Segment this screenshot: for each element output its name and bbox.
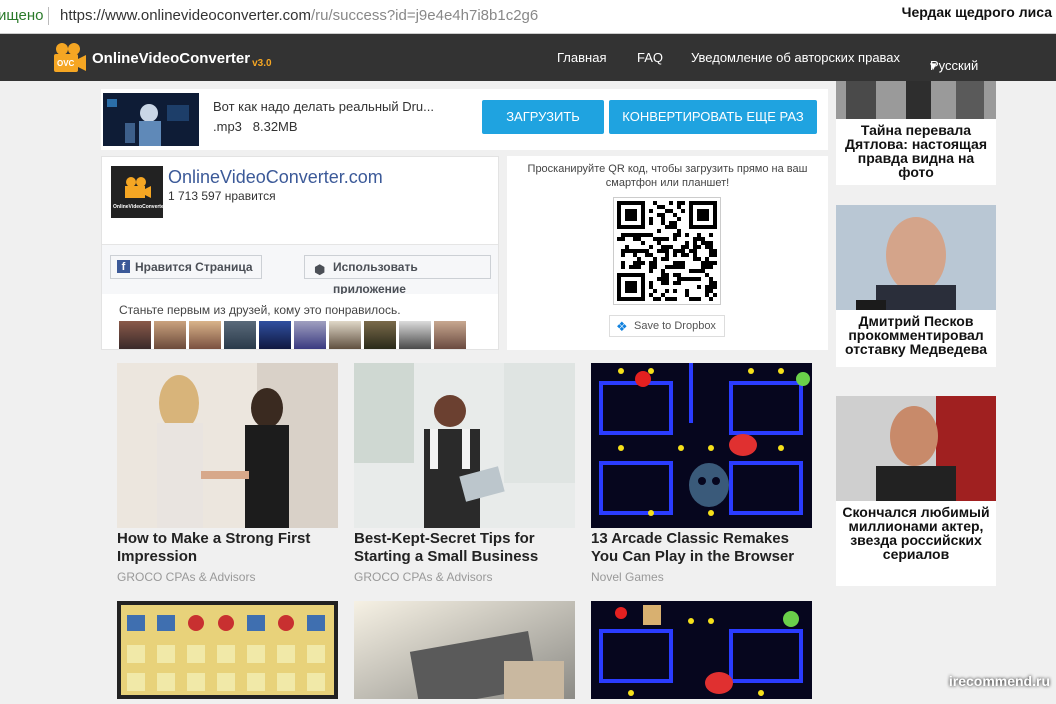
address-bar[interactable]: ищено https://www.onlinevideoconverter.c… bbox=[0, 0, 1056, 34]
window-title: Чердак щедрого лиса bbox=[902, 0, 1052, 28]
file-extension: .mp3 bbox=[213, 119, 242, 134]
avatar[interactable] bbox=[364, 321, 396, 349]
sidebar-news-item[interactable]: Скончался любимый миллионами актер, звез… bbox=[836, 396, 996, 586]
avatar[interactable] bbox=[434, 321, 466, 349]
facebook-page-widget: OnlineVideoConverter OnlineVideoConverte… bbox=[101, 156, 499, 350]
avatar[interactable] bbox=[119, 321, 151, 349]
avatar[interactable] bbox=[259, 321, 291, 349]
language-label: Русский bbox=[930, 58, 978, 73]
friend-avatars bbox=[119, 321, 466, 349]
watermark: irecommend.ru bbox=[949, 673, 1050, 689]
news-title[interactable]: Дмитрий Песков прокомментировал отставку… bbox=[836, 310, 996, 356]
facebook-page-name[interactable]: OnlineVideoConverter.com bbox=[168, 167, 383, 188]
facebook-action-bar: f Нравится Страница ⬢ Использовать прило… bbox=[102, 244, 498, 294]
caret-down-icon: ▾ bbox=[930, 58, 937, 74]
dropbox-icon: ❖ bbox=[616, 317, 628, 337]
divider bbox=[48, 7, 49, 25]
news-image bbox=[836, 81, 996, 119]
sidebar-news-item[interactable]: Дмитрий Песков прокомментировал отставку… bbox=[836, 205, 996, 367]
file-meta: .mp3 8.32MB bbox=[213, 119, 298, 134]
avatar[interactable] bbox=[224, 321, 256, 349]
file-size: 8.32MB bbox=[253, 119, 298, 134]
nav-faq[interactable]: FAQ bbox=[637, 50, 663, 65]
save-to-dropbox-button[interactable]: ❖ Save to Dropbox bbox=[609, 315, 725, 337]
nav-home[interactable]: Главная bbox=[557, 50, 606, 65]
sidebar-news-item[interactable]: Тайна перевала Дятлова: настоящая правда… bbox=[836, 81, 996, 185]
facebook-picture-label: OnlineVideoConverter bbox=[113, 204, 166, 210]
download-button[interactable]: ЗАГРУЗИТЬ bbox=[482, 100, 604, 134]
card-title[interactable]: Best-Kept-Secret Tips for Starting a Sma… bbox=[354, 530, 575, 566]
card-source: GROCO CPAs & Advisors bbox=[354, 570, 575, 584]
dropbox-label: Save to Dropbox bbox=[634, 320, 716, 332]
content-card-image[interactable] bbox=[354, 601, 575, 699]
url-path: /ru/success?id=j9e4e4h7i8b1c2g6 bbox=[311, 7, 538, 24]
app-cube-icon: ⬢ bbox=[314, 259, 325, 281]
use-app-label: Использовать приложение bbox=[333, 260, 418, 296]
site-header: OVC OnlineVideoConverter v3.0 Главная FA… bbox=[0, 34, 1056, 81]
file-name: Вот как надо делать реальный Dru... bbox=[213, 99, 434, 114]
video-thumbnail bbox=[103, 93, 199, 146]
converted-file-panel: Вот как надо делать реальный Dru... .mp3… bbox=[101, 89, 828, 150]
avatar[interactable] bbox=[329, 321, 361, 349]
nav-copyright[interactable]: Уведомление об авторских правах bbox=[691, 50, 900, 65]
avatar[interactable] bbox=[399, 321, 431, 349]
like-page-button[interactable]: f Нравится Страница bbox=[110, 255, 262, 279]
friends-prompt: Станьте первым из друзей, кому это понра… bbox=[119, 303, 401, 317]
qr-code bbox=[613, 197, 721, 305]
qr-instructions: Просканируйте QR код, чтобы загрузить пр… bbox=[527, 162, 808, 190]
content-card-image[interactable] bbox=[591, 601, 812, 699]
news-image bbox=[836, 396, 996, 501]
card-source: Novel Games bbox=[591, 570, 812, 584]
content-card[interactable]: 13 Arcade Classic Remakes You Can Play i… bbox=[591, 363, 812, 584]
content-card[interactable]: Best-Kept-Secret Tips for Starting a Sma… bbox=[354, 363, 575, 584]
facebook-icon: f bbox=[117, 260, 130, 273]
content-card[interactable]: How to Make a Strong First Impression GR… bbox=[117, 363, 338, 584]
news-title[interactable]: Тайна перевала Дятлова: настоящая правда… bbox=[836, 119, 996, 179]
main-nav: Главная FAQ Уведомление об авторских пра… bbox=[0, 34, 1056, 81]
url-host: https://www.onlinevideoconverter.com bbox=[60, 7, 311, 24]
card-image bbox=[354, 363, 575, 528]
use-app-button[interactable]: ⬢ Использовать приложение bbox=[304, 255, 491, 279]
card-image bbox=[591, 363, 812, 528]
card-image bbox=[117, 363, 338, 528]
card-title[interactable]: How to Make a Strong First Impression bbox=[117, 530, 338, 566]
qr-panel: Просканируйте QR код, чтобы загрузить пр… bbox=[507, 156, 828, 350]
card-title[interactable]: 13 Arcade Classic Remakes You Can Play i… bbox=[591, 530, 812, 566]
facebook-friends-box: Станьте первым из друзей, кому это понра… bbox=[110, 294, 490, 348]
facebook-page-picture[interactable]: OnlineVideoConverter bbox=[111, 166, 163, 218]
content-card-image[interactable] bbox=[117, 601, 338, 699]
convert-again-button[interactable]: КОНВЕРТИРОВАТЬ ЕЩЕ РАЗ bbox=[609, 100, 817, 134]
news-title[interactable]: Скончался любимый миллионами актер, звез… bbox=[836, 501, 996, 561]
card-source: GROCO CPAs & Advisors bbox=[117, 570, 338, 584]
avatar[interactable] bbox=[189, 321, 221, 349]
avatar[interactable] bbox=[294, 321, 326, 349]
like-page-label: Нравится Страница bbox=[135, 260, 253, 274]
url-text[interactable]: https://www.onlinevideoconverter.com/ru/… bbox=[60, 0, 538, 32]
news-image bbox=[836, 205, 996, 310]
facebook-like-count: 1 713 597 нравится bbox=[168, 189, 276, 203]
security-indicator[interactable]: ищено bbox=[0, 0, 44, 32]
avatar[interactable] bbox=[154, 321, 186, 349]
